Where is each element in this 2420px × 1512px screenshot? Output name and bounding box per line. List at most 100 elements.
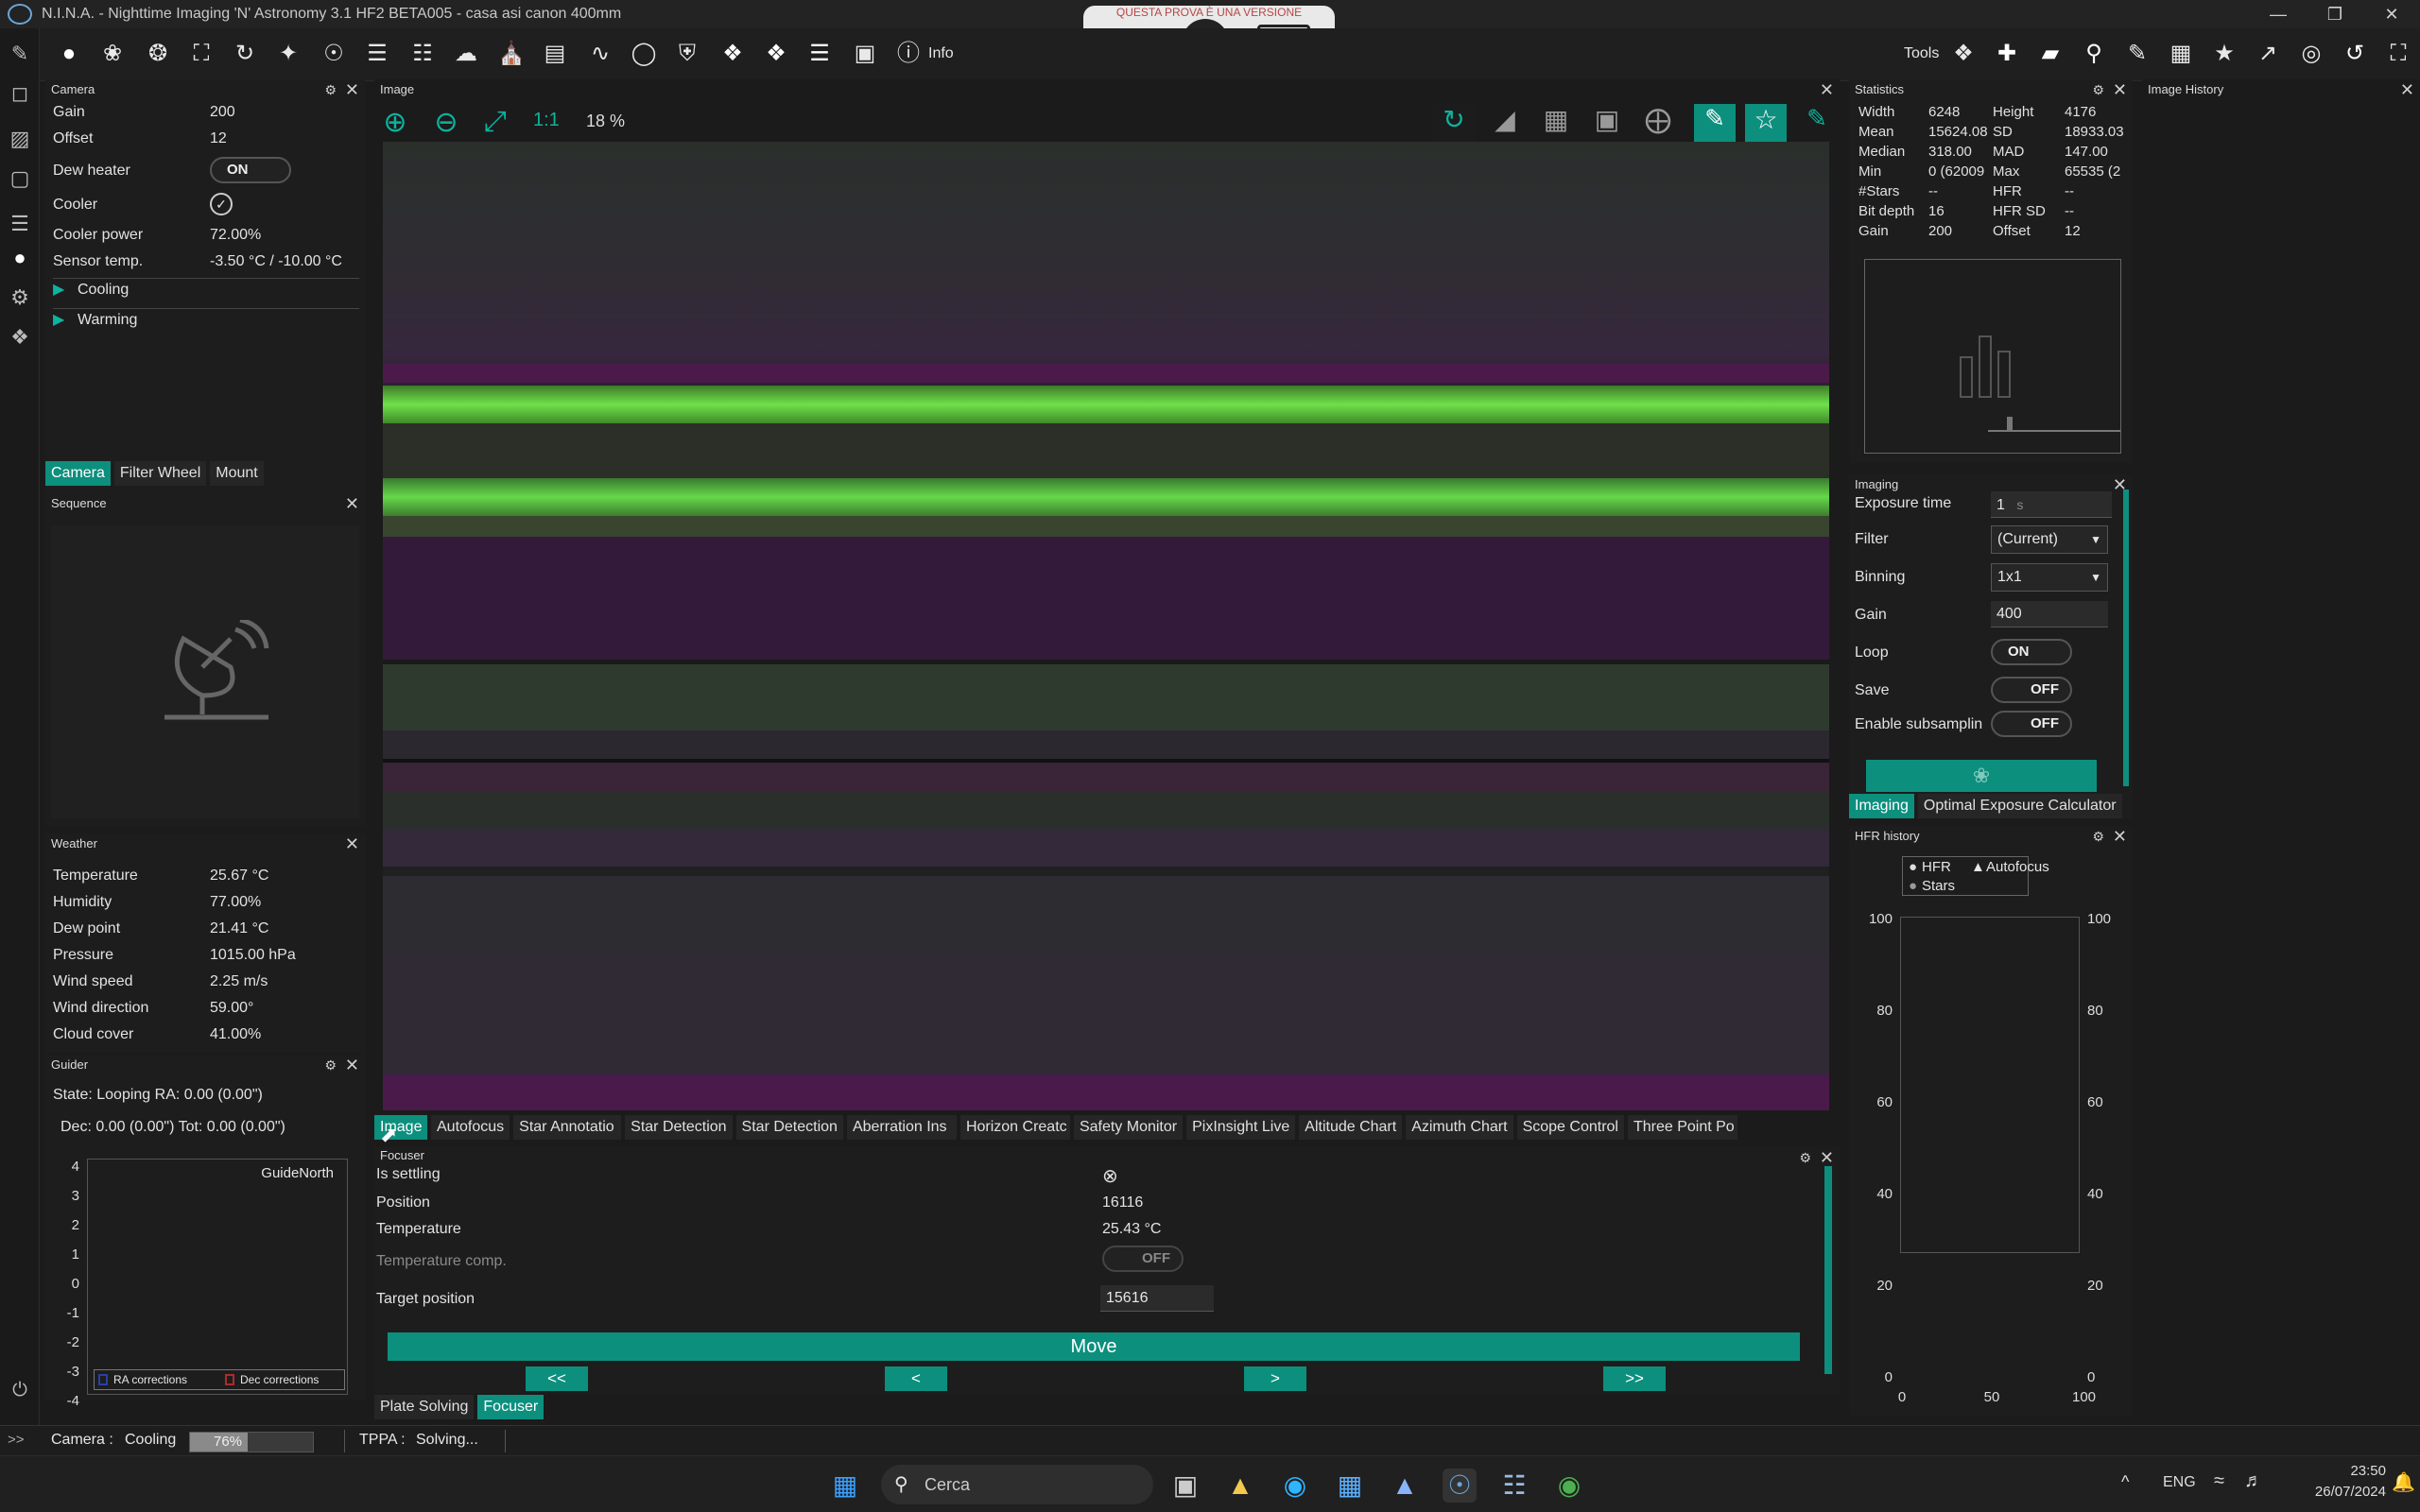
pin-icon[interactable]: ⚙ [324, 1055, 337, 1075]
crop-icon[interactable]: ▣ [1586, 104, 1628, 142]
maximize-button[interactable]: ❐ [2307, 0, 2363, 28]
tab-plate-solving[interactable]: Plate Solving [374, 1395, 475, 1419]
switch-list-icon[interactable]: ☰ [363, 40, 391, 68]
close-icon[interactable]: ✕ [345, 833, 359, 854]
step-back-button[interactable]: < [885, 1366, 947, 1391]
close-icon[interactable]: ✕ [345, 1055, 359, 1075]
tab-star-detection-2[interactable]: Star Detection [735, 1115, 843, 1140]
close-icon[interactable]: ✕ [1820, 79, 1834, 100]
framing-tab-icon[interactable]: ▨ [6, 125, 34, 153]
move-button[interactable]: Move [388, 1332, 1800, 1361]
bar-chart-icon[interactable]: ▤ [541, 40, 569, 68]
tab-horizon-creator[interactable]: Horizon Creatc [959, 1115, 1070, 1140]
search-icon[interactable]: ⚲ [2080, 40, 2108, 68]
flat-wizard-tab-icon[interactable]: ▢ [6, 164, 34, 193]
close-icon[interactable]: ✕ [1820, 1147, 1834, 1168]
pin-icon[interactable]: ⚙ [2092, 79, 2104, 100]
zoom-out-icon[interactable]: ⊖ [429, 106, 463, 140]
rotate-image-icon[interactable]: ↻ [1433, 104, 1475, 142]
flip-icon[interactable]: ◢ [1484, 104, 1526, 142]
calculator-icon[interactable]: ▦ [2167, 40, 2195, 68]
imaging-gain-input[interactable]: 400 [1991, 601, 2108, 627]
cooling-expander[interactable]: Cooling [78, 282, 129, 299]
camera-equipment-icon[interactable]: ● [55, 40, 83, 68]
tab-three-point-polar[interactable]: Three Point Po [1627, 1115, 1737, 1140]
filter-select[interactable]: (Current) ▼ [1991, 525, 2108, 554]
tools-icon[interactable]: ❖ [1949, 40, 1978, 68]
plugin-puzzle-icon[interactable]: ❖ [718, 40, 747, 68]
expand-chevron-icon[interactable]: ▶ [53, 310, 64, 329]
tab-star-annotation[interactable]: Star Annotatio [513, 1115, 622, 1140]
rotate-icon[interactable]: ↻ [231, 40, 259, 68]
tray-chevron-icon[interactable]: ^ [2121, 1472, 2129, 1492]
clock-date[interactable]: 26/07/2024 [2282, 1484, 2386, 1500]
language-indicator[interactable]: ENG [2163, 1474, 2196, 1491]
guider-icon[interactable]: ☉ [320, 40, 348, 68]
tab-azimuth-chart[interactable]: Azimuth Chart [1406, 1115, 1513, 1140]
close-icon[interactable]: ✕ [345, 79, 359, 100]
minimize-button[interactable]: — [2250, 0, 2307, 28]
exposure-time-input[interactable]: 1 s [1991, 491, 2112, 518]
tab-scope-control[interactable]: Scope Control [1516, 1115, 1624, 1140]
binning-select[interactable]: 1x1 ▼ [1991, 563, 2108, 592]
grid-icon[interactable]: ▦ [1535, 104, 1577, 142]
tab-altitude-chart[interactable]: Altitude Chart [1299, 1115, 1403, 1140]
image-icon[interactable]: ▣ [851, 40, 879, 68]
graph-icon[interactable]: ∿ [586, 40, 614, 68]
weather-cloud-icon[interactable]: ☁ [452, 40, 480, 68]
close-icon[interactable]: ✕ [345, 493, 359, 514]
fullscreen-icon[interactable]: ⛶ [2384, 40, 2412, 68]
focuser-scrollbar[interactable] [1824, 1166, 1832, 1374]
pin-icon[interactable]: ⚙ [324, 79, 337, 100]
auto-stretch-icon[interactable]: ✎ [1694, 104, 1736, 142]
brush-icon[interactable]: ✎ [2123, 40, 2152, 68]
tab-optimal-exposure[interactable]: Optimal Exposure Calculator [1917, 794, 2122, 818]
tab-safety-monitor[interactable]: Safety Monitor [1073, 1115, 1184, 1140]
fit-to-window-icon[interactable]: ⤢ [478, 106, 512, 140]
imaging-tab-icon[interactable]: ● [6, 244, 34, 272]
pin-icon[interactable]: ⚙ [1799, 1147, 1811, 1168]
store-icon[interactable]: ▦ [1333, 1469, 1367, 1503]
detect-stars-icon[interactable]: ☆ [1745, 104, 1787, 142]
edge-browser-icon[interactable]: ◉ [1278, 1469, 1312, 1503]
app-taskbar-icon[interactable]: ☷ [1497, 1469, 1531, 1503]
info-circle-icon[interactable]: ⓘ [894, 40, 923, 68]
plugins-tab-icon[interactable]: ❖ [6, 323, 34, 352]
crosshair-icon[interactable]: ✚ [1993, 40, 2021, 68]
zoom-in-icon[interactable]: ⊕ [378, 106, 412, 140]
image-view[interactable] [383, 142, 1829, 1110]
tab-aberration-inspector[interactable]: Aberration Ins [846, 1115, 957, 1140]
zoom-1to1-button[interactable]: 1:1 [533, 110, 560, 131]
temperature-comp-toggle[interactable]: OFF [1102, 1246, 1184, 1272]
target-position-input[interactable]: 15616 [1100, 1285, 1214, 1312]
power-icon[interactable]: ⏻ [6, 1376, 34, 1404]
close-icon[interactable]: ✕ [2113, 79, 2127, 100]
notification-bell-icon[interactable]: 🔔 [2392, 1470, 2415, 1494]
telescope-icon[interactable]: ✦ [274, 40, 302, 68]
expand-chevron-icon[interactable]: ▶ [53, 280, 64, 299]
pin-icon[interactable]: ⚙ [2092, 826, 2104, 847]
ruler-icon[interactable]: ▰ [2036, 40, 2065, 68]
rotator-icon[interactable]: ⛶ [187, 40, 216, 68]
imaging-scrollbar[interactable] [2123, 490, 2129, 786]
save-toggle[interactable]: OFF [1991, 677, 2072, 703]
info-label[interactable]: Info [928, 45, 954, 62]
windows-start-icon[interactable]: ▦ [828, 1469, 862, 1503]
equipment-tab-icon[interactable]: ✎ [6, 40, 34, 68]
plugins-icon[interactable]: ❖ [762, 40, 790, 68]
focuser-icon[interactable]: ❂ [144, 40, 172, 68]
wifi-icon[interactable]: ≈ [2214, 1470, 2224, 1492]
close-button[interactable]: ✕ [2363, 0, 2420, 28]
step-large-forward-button[interactable]: >> [1603, 1366, 1666, 1391]
volume-icon[interactable]: ♬ [2244, 1470, 2263, 1492]
filter-wheel-icon[interactable]: ❀ [98, 40, 127, 68]
dome-icon[interactable]: ⛪ [497, 40, 526, 68]
step-forward-button[interactable]: > [1244, 1366, 1306, 1391]
sequencer-tab-icon[interactable]: ☰ [6, 210, 34, 238]
close-icon[interactable]: ✕ [2113, 826, 2127, 847]
tab-pixinsight-live[interactable]: PixInsight Live [1186, 1115, 1296, 1140]
statusbar-expand[interactable]: >> [8, 1432, 25, 1448]
annotate-icon[interactable]: ✎ [1796, 104, 1838, 142]
clock-time[interactable]: 23:50 [2307, 1463, 2386, 1479]
photos-icon[interactable]: ▲ [1388, 1469, 1422, 1503]
